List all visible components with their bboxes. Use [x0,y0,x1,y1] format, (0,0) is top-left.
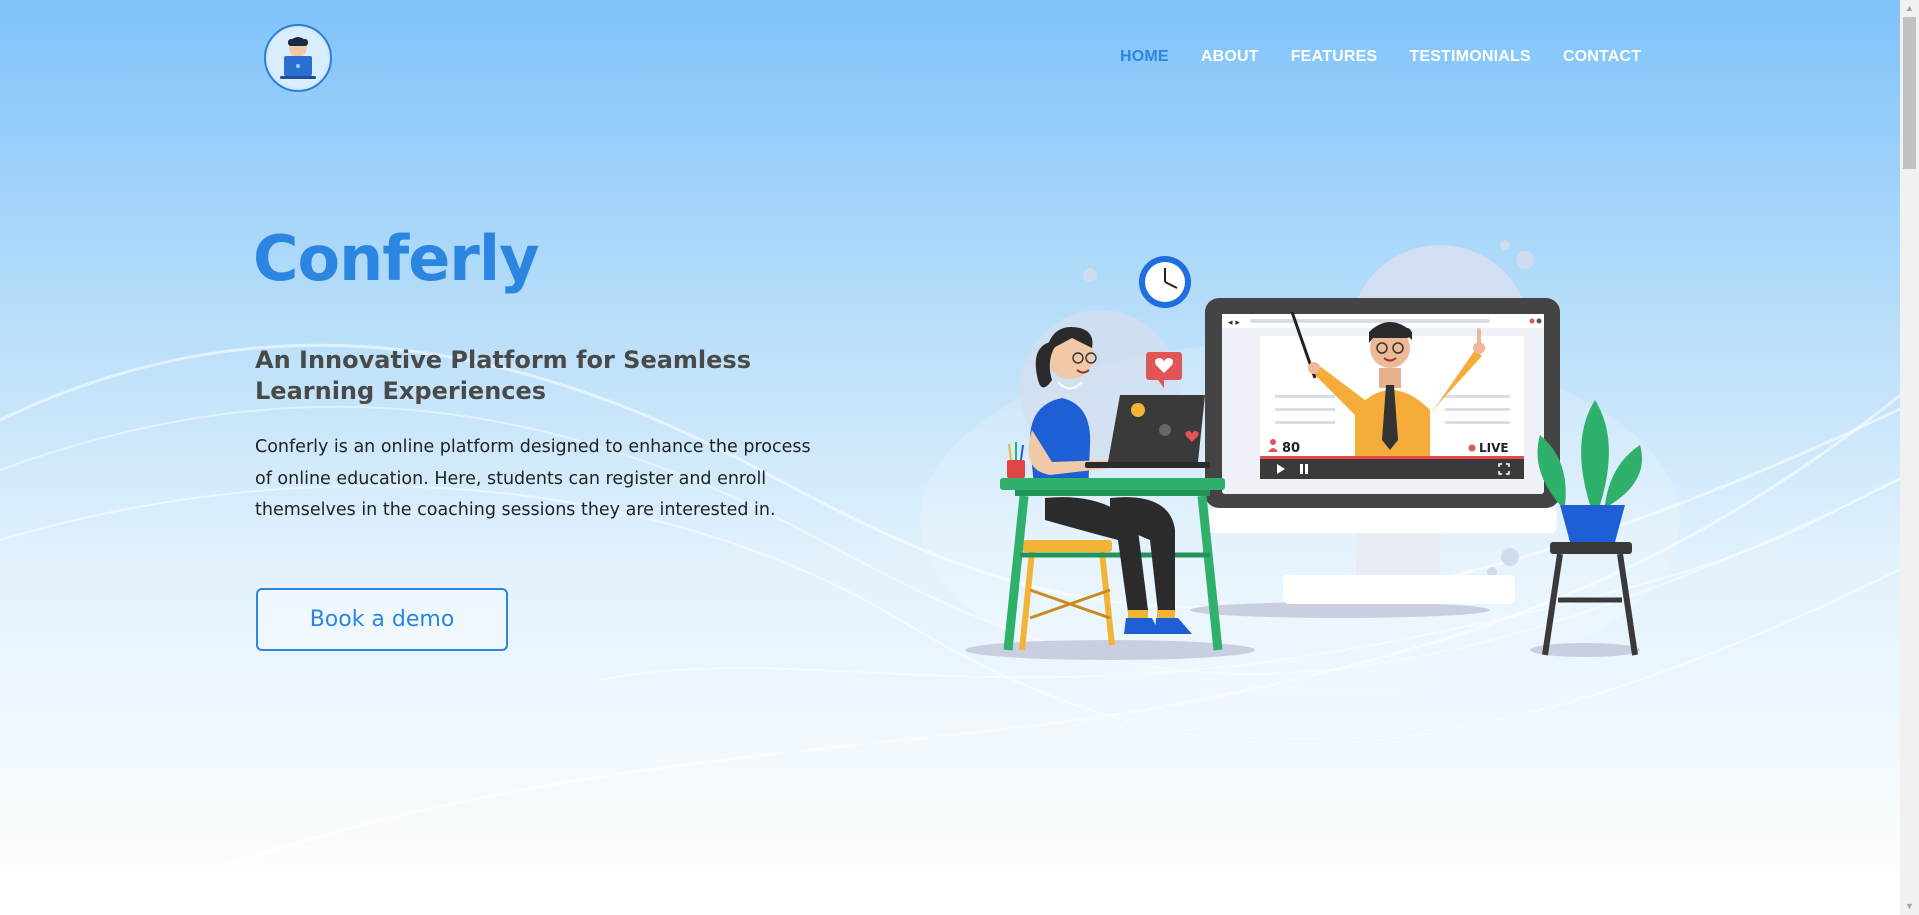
scrollbar-thumb[interactable] [1903,17,1916,169]
scroll-up-arrow-icon[interactable]: ▲ [1900,0,1919,17]
nav-about[interactable]: ABOUT [1201,48,1259,66]
page: HOME ABOUT FEATURES TESTIMONIALS CONTACT… [0,0,1900,915]
book-demo-button[interactable]: Book a demo [256,588,508,651]
hero-illustration: ◂ ▸ 80 LIVE [965,240,1642,660]
scroll-down-arrow-icon[interactable]: ▼ [1900,898,1919,915]
nav-features[interactable]: FEATURES [1291,48,1378,66]
nav-contact[interactable]: CONTACT [1563,48,1641,66]
logo-avatar-icon [268,28,328,88]
pause-icon[interactable] [1300,464,1303,474]
main-nav: HOME ABOUT FEATURES TESTIMONIALS CONTACT [1120,48,1673,66]
scrollbar[interactable]: ▲ ▼ [1900,0,1919,915]
site-logo[interactable] [264,24,332,92]
nav-testimonials[interactable]: TESTIMONIALS [1409,48,1531,66]
nav-home[interactable]: HOME [1120,48,1169,66]
hero-subtitle: An Innovative Platform for Seamless Lear… [255,346,751,405]
live-label: LIVE [1479,441,1509,455]
hero-title: Conferly [253,222,540,295]
viewer-count: 80 [1282,441,1300,456]
video-controls [1260,459,1524,479]
live-dot [1468,444,1476,452]
hero-description: Conferly is an online platform designed … [255,437,811,520]
clock-icon [1139,256,1191,308]
svg-text:◂ ▸: ◂ ▸ [1228,318,1240,328]
